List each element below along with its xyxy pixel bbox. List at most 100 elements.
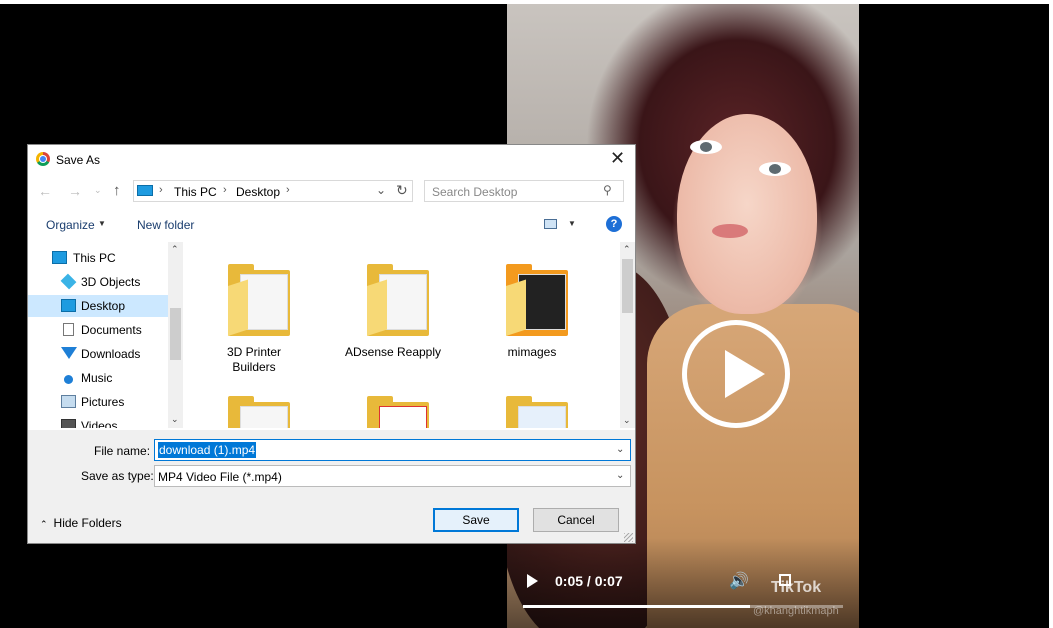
folder-name: ADsense Reapply (333, 345, 453, 360)
chevron-right-icon[interactable]: › (223, 184, 227, 196)
caret-down-icon[interactable]: ▼ (568, 219, 576, 228)
command-bar: Organize ▼ New folder ▼ ? (28, 211, 635, 239)
nav-item-this-pc[interactable]: This PC (28, 247, 168, 269)
video-icon (61, 419, 76, 428)
music-note-icon (64, 375, 73, 384)
folder-item[interactable]: mimages (472, 252, 592, 382)
up-arrow-icon[interactable]: ↑ (113, 182, 121, 199)
folder-name: mimages (472, 345, 592, 360)
view-options-icon[interactable] (544, 219, 557, 229)
folder-item[interactable] (333, 384, 453, 428)
navigation-bar: ← → ⌄ ↑ › This PC › Desktop › ⌄ ↻ Search… (28, 177, 635, 207)
nav-item-label: Desktop (81, 299, 126, 313)
play-icon[interactable] (527, 574, 538, 588)
forward-arrow-icon[interactable]: → (68, 183, 82, 199)
chevron-down-icon[interactable]: ⌄ (616, 470, 624, 481)
breadcrumb-this-pc[interactable]: This PC (174, 185, 217, 199)
save-as-type-select[interactable]: MP4 Video File (*.mp4) ⌄ (154, 465, 631, 487)
download-arrow-icon (61, 347, 77, 359)
save-as-type-value: MP4 Video File (*.mp4) (158, 470, 282, 484)
folder-preview (240, 406, 288, 428)
scroll-down-icon[interactable]: ⌄ (171, 414, 179, 425)
folder-icon (506, 279, 526, 336)
folder-preview (518, 406, 566, 428)
nav-item-documents[interactable]: Documents (28, 319, 168, 341)
file-name-value[interactable]: download (1).mp4 (158, 442, 257, 458)
folder-preview (379, 406, 427, 428)
nav-scrollbar-thumb[interactable] (170, 308, 181, 360)
recent-locations-icon[interactable]: ⌄ (94, 185, 102, 196)
navigation-pane: This PC 3D Objects Desktop Documents Dow… (28, 242, 183, 428)
nav-item-music[interactable]: Music (28, 367, 168, 389)
search-placeholder: Search Desktop (432, 185, 518, 199)
folder-item[interactable] (194, 384, 314, 428)
cancel-button[interactable]: Cancel (533, 508, 619, 532)
nav-item-label: Videos (81, 419, 118, 428)
nav-item-label: Downloads (81, 347, 141, 361)
nav-item-label: This PC (73, 251, 116, 265)
progress-fill (523, 605, 751, 608)
folder-item[interactable]: 3D Printer Builders (194, 252, 314, 382)
help-icon[interactable]: ? (606, 216, 622, 232)
tiktok-watermark: TikTok (771, 579, 822, 596)
nav-item-pictures[interactable]: Pictures (28, 391, 168, 413)
document-icon (63, 323, 74, 336)
scroll-up-icon[interactable]: ⌃ (623, 244, 631, 255)
folder-icon (367, 279, 387, 336)
file-name-label: File name: (94, 444, 151, 458)
nav-item-downloads[interactable]: Downloads (28, 343, 168, 365)
chevron-right-icon[interactable]: › (159, 184, 163, 196)
new-folder-button[interactable]: New folder (137, 218, 194, 232)
organize-button[interactable]: Organize (46, 218, 95, 232)
nav-item-label: 3D Objects (81, 275, 141, 289)
search-icon[interactable]: ⚲ (603, 183, 612, 197)
save-options-panel: File name: download (1).mp4 ⌄ Save as ty… (28, 430, 635, 543)
scroll-up-icon[interactable]: ⌃ (171, 244, 179, 255)
scroll-down-icon[interactable]: ⌄ (623, 415, 631, 426)
computer-icon (137, 185, 153, 196)
video-content (759, 162, 791, 176)
dialog-title: Save As (56, 153, 101, 167)
video-content (690, 140, 722, 154)
nav-item-videos[interactable]: Videos (28, 415, 168, 428)
nav-item-3d-objects[interactable]: 3D Objects (28, 271, 168, 293)
chrome-icon (36, 152, 50, 166)
save-as-dialog: Save As ✕ ← → ⌄ ↑ › This PC › Desktop › … (27, 144, 636, 544)
file-list-scrollbar-thumb[interactable] (622, 259, 633, 313)
breadcrumb-desktop[interactable]: Desktop (236, 185, 280, 199)
cube-icon (60, 273, 77, 290)
computer-icon (52, 251, 67, 264)
search-input[interactable]: Search Desktop ⚲ (424, 180, 624, 202)
chevron-down-icon[interactable]: ⌄ (616, 444, 624, 455)
folder-item[interactable]: ADsense Reapply (333, 252, 453, 382)
file-list: 3D Printer Builders ADsense Reapply mima… (188, 242, 620, 428)
hide-folders-label: Hide Folders (53, 516, 122, 530)
nav-item-label: Music (81, 371, 113, 385)
big-play-icon[interactable] (682, 320, 790, 428)
save-button[interactable]: Save (433, 508, 519, 532)
folder-item[interactable] (472, 384, 592, 428)
address-bar[interactable]: › This PC › Desktop › ⌄ ↻ (133, 180, 413, 202)
resize-grip[interactable] (624, 533, 633, 542)
chevron-right-icon[interactable]: › (286, 184, 290, 196)
chevron-up-icon: ⌃ (40, 519, 48, 529)
progress-bar[interactable] (523, 605, 843, 608)
folder-name: 3D Printer Builders (194, 345, 314, 375)
nav-item-label: Documents (81, 323, 142, 337)
caret-down-icon[interactable]: ▼ (98, 219, 106, 228)
nav-item-desktop[interactable]: Desktop (28, 295, 168, 317)
video-content (712, 224, 748, 238)
volume-icon[interactable]: 🔊 (729, 571, 749, 591)
file-name-input[interactable]: download (1).mp4 ⌄ (154, 439, 631, 461)
chevron-down-icon[interactable]: ⌄ (376, 183, 386, 197)
refresh-icon[interactable]: ↻ (396, 182, 408, 199)
right-background-strip (1049, 0, 1053, 628)
title-bar[interactable]: Save As ✕ (28, 145, 635, 175)
folder-icon (228, 279, 248, 336)
back-arrow-icon[interactable]: ← (38, 183, 52, 199)
hide-folders-button[interactable]: ⌃ Hide Folders (40, 516, 122, 530)
desktop-icon (61, 299, 76, 312)
time-display: 0:05 / 0:07 (555, 573, 623, 589)
folder-name-line: ADsense Reapply (344, 345, 442, 359)
close-button[interactable]: ✕ (610, 149, 625, 167)
